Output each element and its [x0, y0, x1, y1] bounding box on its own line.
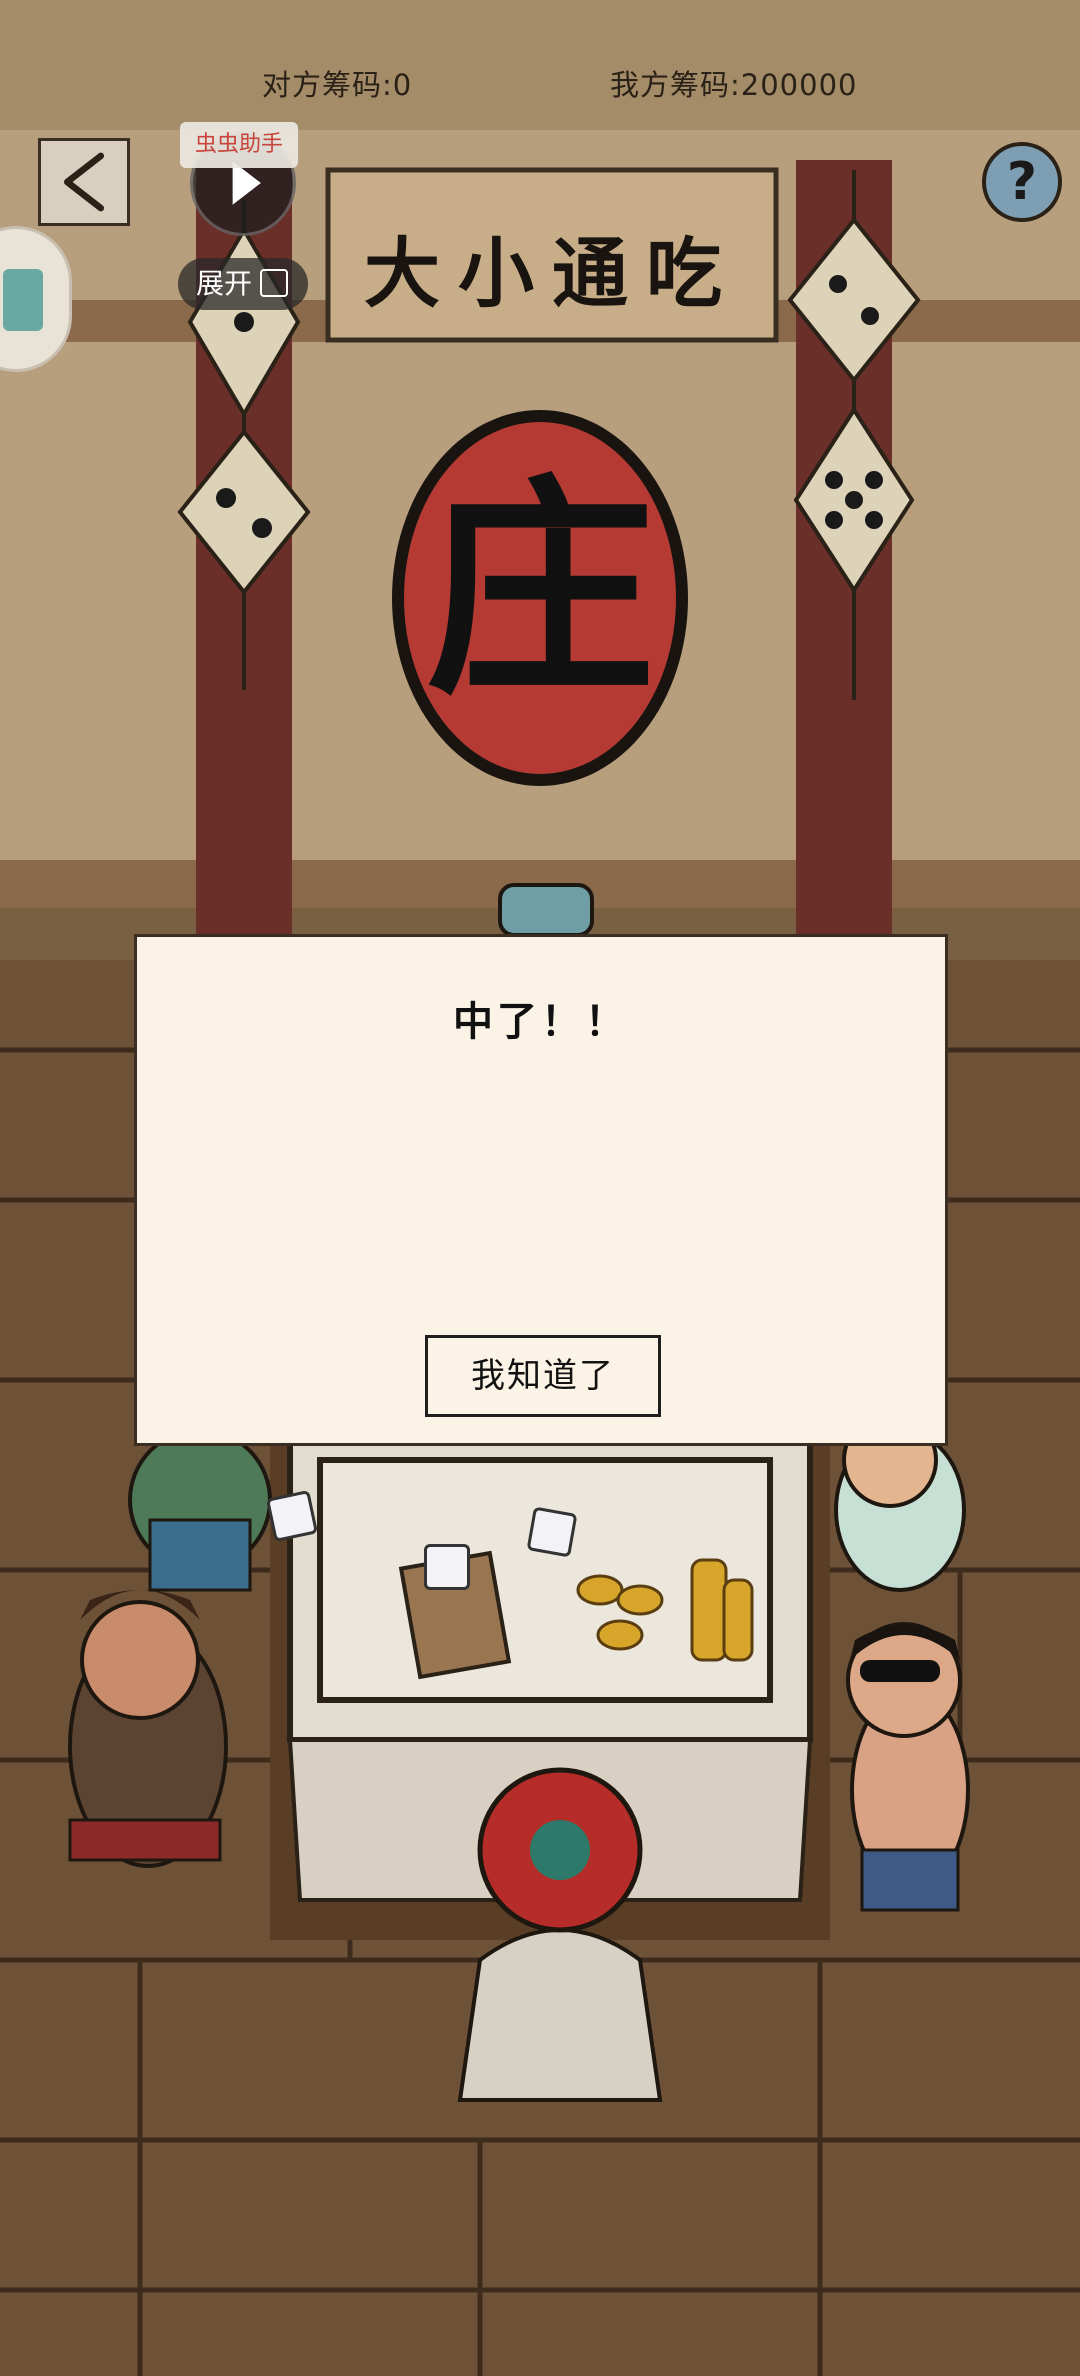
my-chips-label: 我方筹码:200000 [610, 68, 858, 102]
confirm-button[interactable]: 我知道了 [425, 1335, 661, 1417]
expand-label: 展开 [196, 267, 253, 300]
back-arrow-icon [63, 152, 105, 212]
dealer-sign: 庄 [424, 455, 655, 725]
expand-button[interactable]: 展开 [178, 258, 308, 310]
help-button[interactable]: ? [982, 142, 1062, 222]
help-icon: ? [1006, 152, 1038, 212]
dice-icon [424, 1544, 470, 1590]
expand-icon [260, 269, 289, 297]
helper-tag: 虫虫助手 [180, 122, 298, 168]
dice-icon [265, 1489, 319, 1543]
dialog-message: 中了！！ [453, 999, 629, 1045]
result-dialog: 中了！！ 我知道了 [134, 934, 948, 1446]
banner-sign: 大小通吃 [364, 229, 740, 318]
dice-icon [526, 1506, 578, 1558]
opponent-chips-label: 对方筹码:0 [262, 68, 413, 102]
back-button[interactable] [38, 138, 130, 226]
